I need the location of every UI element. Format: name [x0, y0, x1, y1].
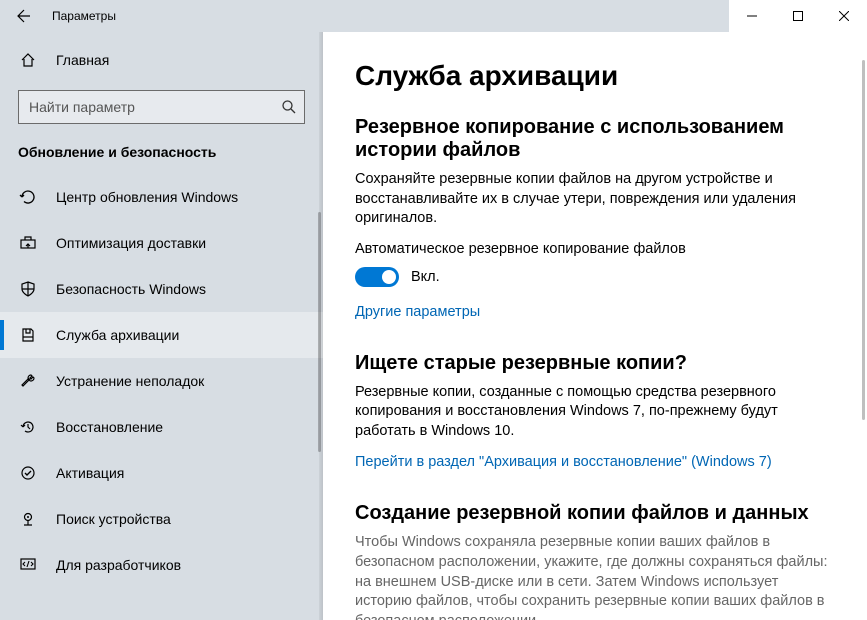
main-scrollbar[interactable]: [862, 60, 865, 420]
page-title: Служба архивации: [355, 60, 835, 92]
maximize-icon: [793, 11, 803, 21]
nav-item-recovery[interactable]: Восстановление: [0, 404, 323, 450]
nav-label: Устранение неполадок: [56, 373, 204, 389]
back-arrow-icon: [16, 8, 32, 24]
titlebar: Параметры: [0, 0, 867, 32]
nav-label: Служба архивации: [56, 327, 179, 343]
shield-icon: [18, 280, 38, 298]
recovery-icon: [18, 418, 38, 436]
section-heading: Ищете старые резервные копии?: [355, 352, 835, 375]
nav-item-windows-security[interactable]: Безопасность Windows: [0, 266, 323, 312]
nav-item-delivery-optimization[interactable]: Оптимизация доставки: [0, 220, 323, 266]
section-old-backups: Ищете старые резервные копии? Резервные …: [355, 352, 835, 493]
section-desc: Резервные копии, созданные с помощью сре…: [355, 383, 835, 442]
backup-icon: [18, 326, 38, 344]
toggle-knob: [382, 270, 396, 284]
close-button[interactable]: [821, 0, 867, 32]
sidebar: Главная Обновление и безопасность Центр …: [0, 32, 323, 620]
wrench-icon: [18, 372, 38, 390]
section-desc: Сохраняйте резервные копии файлов на дру…: [355, 170, 835, 229]
nav-label: Оптимизация доставки: [56, 235, 206, 251]
category-heading: Обновление и безопасность: [0, 124, 323, 174]
nav-label: Центр обновления Windows: [56, 189, 238, 205]
minimize-button[interactable]: [729, 0, 775, 32]
nav-list: Центр обновления Windows Оптимизация дос…: [0, 174, 323, 620]
home-button[interactable]: Главная: [0, 40, 323, 80]
section-desc: Чтобы Windows сохраняла резервные копии …: [355, 533, 835, 620]
win7-backup-link[interactable]: Перейти в раздел "Архивация и восстановл…: [355, 454, 772, 470]
home-icon: [18, 52, 38, 68]
home-label: Главная: [56, 52, 109, 68]
section-heading: Резервное копирование с использованием и…: [355, 116, 835, 162]
nav-label: Активация: [56, 465, 124, 481]
more-options-link[interactable]: Другие параметры: [355, 304, 480, 320]
nav-label: Безопасность Windows: [56, 281, 206, 297]
toggle-state-text: Вкл.: [411, 269, 440, 285]
back-button[interactable]: [0, 0, 48, 32]
search-input[interactable]: [18, 90, 305, 124]
close-icon: [839, 11, 849, 21]
nav-item-developers[interactable]: Для разработчиков: [0, 542, 323, 588]
nav-item-troubleshoot[interactable]: Устранение неполадок: [0, 358, 323, 404]
search-icon: [281, 99, 297, 115]
window-controls: [729, 0, 867, 32]
nav-label: Восстановление: [56, 419, 163, 435]
nav-label: Поиск устройства: [56, 511, 171, 527]
sidebar-scrollbar[interactable]: [318, 212, 321, 452]
toggle-label: Автоматическое резервное копирование фай…: [355, 241, 835, 257]
maximize-button[interactable]: [775, 0, 821, 32]
nav-item-activation[interactable]: Активация: [0, 450, 323, 496]
window-title: Параметры: [48, 9, 116, 23]
section-heading: Создание резервной копии файлов и данных: [355, 502, 835, 525]
key-icon: [18, 464, 38, 482]
section-backup-files: Создание резервной копии файлов и данных…: [355, 502, 835, 620]
main-content: Служба архивации Резервное копирование с…: [323, 32, 867, 620]
nav-item-windows-update[interactable]: Центр обновления Windows: [0, 174, 323, 220]
refresh-icon: [18, 188, 38, 206]
developer-icon: [18, 556, 38, 574]
nav-label: Для разработчиков: [56, 557, 181, 573]
nav-item-find-device[interactable]: Поиск устройства: [0, 496, 323, 542]
minimize-icon: [747, 11, 757, 21]
search-box[interactable]: [18, 90, 305, 124]
auto-backup-toggle[interactable]: [355, 267, 399, 287]
section-file-history: Резервное копирование с использованием и…: [355, 116, 835, 342]
location-icon: [18, 510, 38, 528]
delivery-icon: [18, 234, 38, 252]
nav-item-backup[interactable]: Служба архивации: [0, 312, 323, 358]
